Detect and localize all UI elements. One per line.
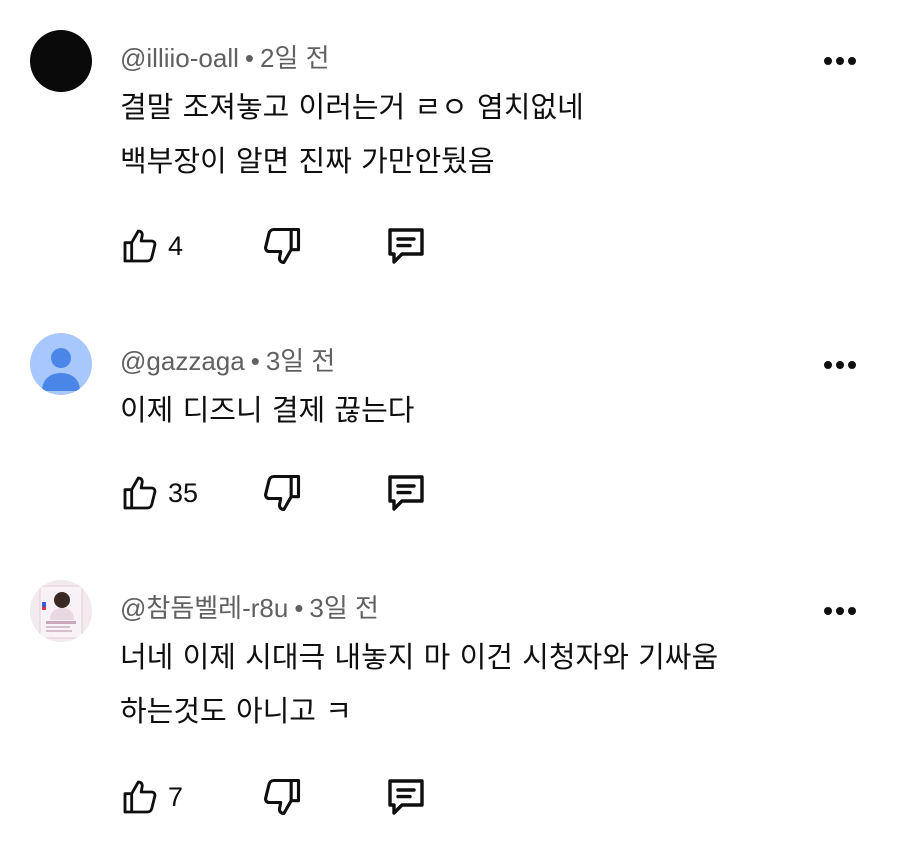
more-menu-button[interactable] (818, 596, 862, 626)
reply-comment-icon (388, 475, 424, 511)
comment-time[interactable]: 3일 전 (309, 593, 379, 623)
player-card-avatar-image (30, 580, 92, 642)
comment-time[interactable]: 3일 전 (266, 346, 336, 376)
more-vertical-dots-icon (824, 57, 856, 65)
reply-comment-icon (388, 228, 424, 264)
reply-button[interactable] (382, 469, 430, 517)
comment-text: 너네 이제 시대극 내놓지 마 이건 시청자와 기싸움 하는것도 아니고 ㅋ (120, 630, 718, 738)
dislike-button[interactable] (260, 773, 304, 821)
comment-line: 이제 디즈니 결제 끊는다 (120, 393, 415, 427)
avatar[interactable] (30, 580, 92, 642)
comment-time[interactable]: 2일 전 (260, 43, 330, 73)
comment-actions: 35 (120, 469, 440, 517)
thumbs-down-icon (264, 778, 301, 816)
comment-line: 하는것도 아니고 ㅋ (120, 694, 352, 728)
comment-text: 결말 조져놓고 이러는거 ㄹㅇ 염치없네 백부장이 알면 진짜 가만안뒀음 (120, 80, 584, 188)
avatar[interactable] (30, 333, 92, 395)
comment-line: 결말 조져놓고 이러는거 ㄹㅇ 염치없네 (120, 90, 584, 124)
comment-meta: @gazzaga • 3일 전 (120, 341, 335, 378)
more-vertical-dots-icon (824, 361, 856, 369)
thumbs-down-icon (264, 227, 301, 265)
like-button[interactable]: 4 (120, 222, 183, 270)
thumbs-up-icon (123, 476, 157, 510)
comment-actions: 4 (120, 222, 440, 270)
like-button[interactable]: 35 (120, 469, 198, 517)
comment-line: 너네 이제 시대극 내놓지 마 이건 시청자와 기싸움 (120, 640, 719, 674)
like-count: 4 (168, 230, 184, 261)
dislike-button[interactable] (260, 222, 304, 270)
dislike-button[interactable] (260, 469, 304, 517)
like-count: 35 (168, 477, 199, 508)
reply-button[interactable] (382, 773, 430, 821)
like-button[interactable]: 7 (120, 773, 183, 821)
more-vertical-dots-icon (824, 607, 856, 615)
meta-separator: • (294, 593, 304, 623)
comment-text: 이제 디즈니 결제 끊는다 (120, 383, 414, 437)
meta-separator: • (250, 346, 260, 376)
reply-button[interactable] (382, 222, 430, 270)
author-handle[interactable]: @illiio-oall (120, 43, 239, 73)
reply-comment-icon (388, 779, 424, 815)
like-count: 7 (168, 781, 184, 812)
thumbs-up-icon (123, 229, 157, 263)
thumbs-up-icon (123, 780, 157, 814)
default-person-icon (42, 348, 80, 391)
thumbs-down-icon (264, 474, 301, 512)
more-menu-button[interactable] (818, 350, 862, 380)
comment-meta: @참돔벨레-r8u • 3일 전 (120, 588, 379, 625)
avatar[interactable] (30, 30, 92, 92)
more-menu-button[interactable] (818, 46, 862, 76)
author-handle[interactable]: @gazzaga (120, 346, 245, 376)
comment-meta: @illiio-oall • 2일 전 (120, 38, 330, 75)
author-handle[interactable]: @참돔벨레-r8u (120, 593, 288, 623)
comment-line: 백부장이 알면 진짜 가만안뒀음 (120, 144, 495, 178)
meta-separator: • (244, 43, 254, 73)
comment-actions: 7 (120, 773, 440, 821)
